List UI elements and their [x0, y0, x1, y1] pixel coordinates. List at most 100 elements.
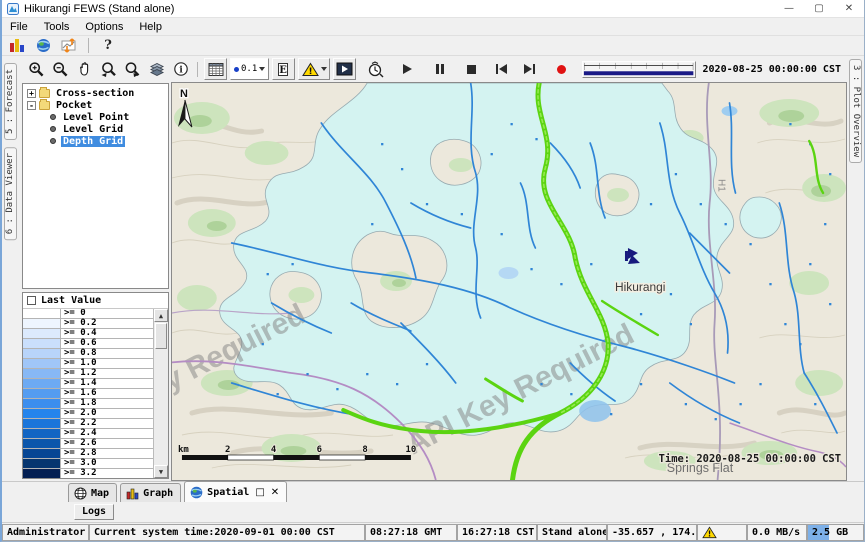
logs-row: Logs [2, 502, 864, 522]
layers-button[interactable] [145, 58, 168, 80]
stop-button[interactable] [460, 58, 483, 80]
minimize-button[interactable]: — [774, 0, 804, 17]
legend-label: >= 3.2 [61, 469, 153, 478]
legend-swatch [23, 449, 61, 458]
step-forward-button[interactable] [518, 58, 541, 80]
legend-scrollbar[interactable]: ▲ ▼ [154, 309, 168, 478]
tree-item-label[interactable]: Pocket [54, 100, 94, 111]
animation-button[interactable] [333, 58, 356, 80]
grid-display-button[interactable] [204, 58, 227, 80]
step-backward-button[interactable] [490, 58, 513, 80]
expand-icon[interactable]: + [27, 89, 36, 98]
legend-label: >= 1.8 [61, 399, 153, 408]
tab-close-icon[interactable]: ✕ [271, 487, 279, 498]
tab-forecast[interactable]: 5 : Forecast [4, 63, 17, 140]
collapse-icon[interactable]: - [27, 101, 36, 110]
label-icon: E [277, 62, 291, 77]
help-button[interactable]: ? [97, 37, 119, 55]
tab-data-viewer[interactable]: 6 : Data Viewer [4, 147, 17, 240]
contour-dot-icon [234, 67, 239, 72]
legend-label: >= 2.6 [61, 439, 153, 448]
tree-item-depth-grid[interactable]: Depth Grid [23, 135, 168, 147]
legend-label: >= 3.0 [61, 459, 153, 468]
scroll-down-icon[interactable]: ▼ [154, 465, 168, 478]
time-navigator-button[interactable] [364, 58, 387, 80]
tab-map[interactable]: Map [68, 483, 117, 502]
contour-interval-dropdown[interactable]: 0.1 [230, 58, 269, 80]
legend-label: >= 0.4 [61, 329, 153, 338]
menu-file[interactable]: File [2, 20, 36, 34]
zoom-previous-button[interactable] [97, 58, 120, 80]
legend-header: Last Value [23, 293, 168, 309]
scrollbar-thumb[interactable] [155, 323, 167, 349]
work-row: + Cross-section - Pocket Level Point [19, 82, 847, 481]
status-gmt-time: 08:27:18 GMT [365, 524, 457, 541]
spatial-display-icon [61, 38, 78, 53]
road-label: H1 [716, 179, 727, 192]
logs-button[interactable]: Logs [74, 504, 114, 520]
status-system-time: Current system time:2020-09-01 00:00 CST [89, 524, 365, 541]
close-button[interactable]: ✕ [834, 0, 864, 17]
zoom-in-button[interactable] [25, 58, 48, 80]
zoom-out-icon [52, 61, 69, 78]
legend-label: >= 1.2 [61, 369, 153, 378]
animation-icon [336, 62, 353, 76]
memory-label: 2.5 GB [812, 527, 848, 538]
tab-spatial[interactable]: Spatial □ ✕ [184, 481, 287, 502]
zoom-in-icon [28, 61, 45, 78]
legend-swatch [23, 369, 61, 378]
tree-item-pocket[interactable]: - Pocket [23, 99, 168, 111]
legend-swatch [23, 439, 61, 448]
legend-swatch [23, 429, 61, 438]
node-dot-icon [50, 114, 56, 120]
tree-item-cross-section[interactable]: + Cross-section [23, 87, 168, 99]
record-button[interactable] [550, 58, 573, 80]
zoom-previous-icon [100, 61, 117, 78]
legend-swatch [23, 419, 61, 428]
spatial-display-button[interactable] [58, 37, 80, 55]
info-button[interactable]: i [169, 58, 192, 80]
zoom-out-button[interactable] [49, 58, 72, 80]
zoom-next-button[interactable] [121, 58, 144, 80]
tree-item-level-point[interactable]: Level Point [23, 111, 168, 123]
menu-options[interactable]: Options [77, 20, 131, 34]
legend-label: >= 0.8 [61, 349, 153, 358]
map-display-button[interactable] [32, 37, 54, 55]
tree-item-label[interactable]: Cross-section [54, 88, 136, 99]
tree-item-label[interactable]: Level Grid [61, 124, 125, 135]
tab-maximize-icon[interactable]: □ [255, 487, 264, 498]
thresholds-dropdown[interactable]: ! [298, 58, 330, 80]
database-display-button[interactable] [6, 37, 28, 55]
filter-tree: + Cross-section - Pocket Level Point [22, 83, 169, 289]
menu-help[interactable]: Help [131, 20, 170, 34]
legend-label: >= 2.2 [61, 419, 153, 428]
last-value-checkbox[interactable] [27, 296, 36, 305]
play-button[interactable] [396, 58, 419, 80]
tree-item-level-grid[interactable]: Level Grid [23, 123, 168, 135]
bottom-tab-bar: Map Graph Spatial □ ✕ [2, 481, 864, 502]
scroll-up-icon[interactable]: ▲ [154, 309, 168, 322]
tree-item-label[interactable]: Level Point [61, 112, 131, 123]
pause-button[interactable] [428, 58, 451, 80]
play-icon [403, 64, 412, 74]
tab-label: Map [91, 488, 109, 499]
legend-label: >= 1.6 [61, 389, 153, 398]
labels-button[interactable]: E [272, 58, 295, 80]
maximize-button[interactable]: ▢ [804, 0, 834, 17]
legend-swatch [23, 339, 61, 348]
legend-title: Last Value [41, 295, 101, 306]
timeline-slider[interactable] [582, 61, 695, 78]
tree-item-label-selected[interactable]: Depth Grid [61, 136, 125, 147]
application-window: { "window": { "title": "Hikurangi FEWS (… [0, 0, 865, 542]
map-viewport[interactable]: API Key Required API Key Required [171, 82, 847, 481]
scale-unit-label: km [178, 445, 189, 455]
tab-graph[interactable]: Graph [120, 483, 181, 502]
legend-label: >= 0.6 [61, 339, 153, 348]
pan-button[interactable] [73, 58, 96, 80]
tab-plot-overview[interactable]: 3 : Plot Overview [849, 59, 862, 163]
node-dot-icon [50, 138, 56, 144]
graph-tab-icon [126, 487, 139, 500]
menu-tools[interactable]: Tools [36, 20, 78, 34]
map-tab-icon [74, 487, 87, 500]
status-warning-cell[interactable]: ! [697, 524, 747, 541]
